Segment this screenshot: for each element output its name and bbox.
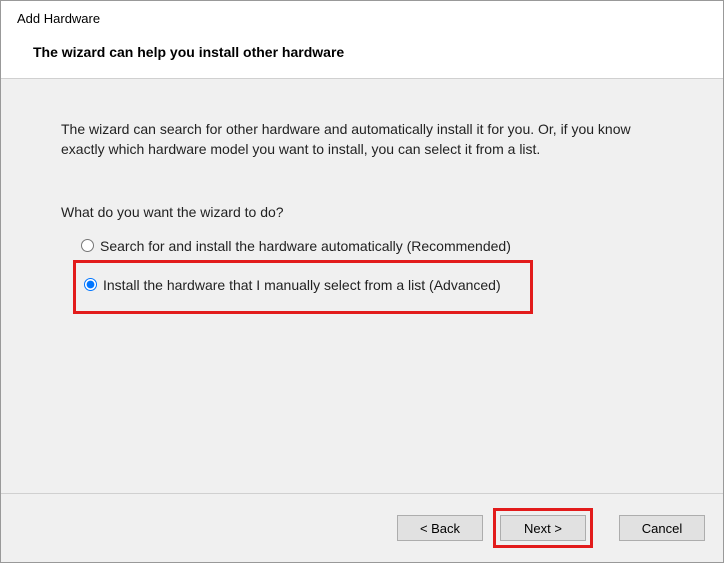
radio-option-manual[interactable]: Install the hardware that I manually sel… [82, 273, 524, 297]
radio-manual-input[interactable] [84, 278, 97, 291]
radio-group-install-mode: Search for and install the hardware auto… [61, 234, 663, 314]
wizard-header: Add Hardware The wizard can help you ins… [1, 1, 723, 79]
radio-option-auto[interactable]: Search for and install the hardware auto… [79, 234, 663, 258]
page-subtitle: The wizard can help you install other ha… [33, 44, 707, 60]
radio-auto-input[interactable] [81, 239, 94, 252]
wizard-footer: < Back Next > Cancel [1, 494, 723, 562]
highlight-manual-option: Install the hardware that I manually sel… [73, 260, 533, 314]
question-text: What do you want the wizard to do? [61, 204, 663, 220]
next-button[interactable]: Next > [500, 515, 586, 541]
highlight-next-button: Next > [493, 508, 593, 548]
intro-text: The wizard can search for other hardware… [61, 119, 663, 160]
wizard-content: The wizard can search for other hardware… [1, 79, 723, 494]
back-button[interactable]: < Back [397, 515, 483, 541]
window-title: Add Hardware [17, 11, 707, 26]
add-hardware-wizard: Add Hardware The wizard can help you ins… [0, 0, 724, 563]
radio-manual-label: Install the hardware that I manually sel… [103, 277, 501, 293]
radio-auto-label: Search for and install the hardware auto… [100, 238, 511, 254]
cancel-button[interactable]: Cancel [619, 515, 705, 541]
